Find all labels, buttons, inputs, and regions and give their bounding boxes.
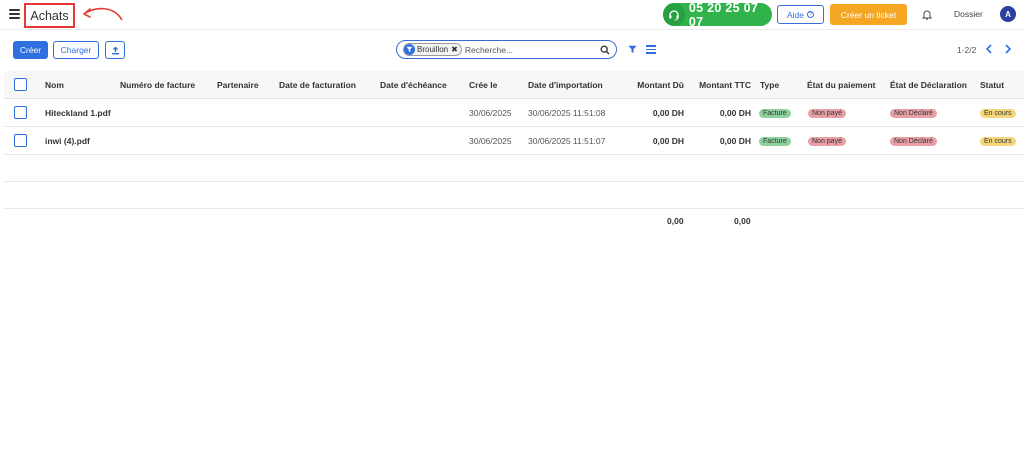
import-button[interactable]	[105, 41, 125, 59]
upload-icon	[111, 46, 119, 54]
payment-status-badge: Non payé	[808, 136, 846, 146]
title-highlight-box: Achats	[24, 3, 75, 28]
row-cree-le: 30/06/2025	[469, 136, 512, 146]
empty-row	[4, 182, 1024, 209]
row-montant-du: 0,00 DH	[652, 136, 684, 146]
filter-chip-brouillon[interactable]: Brouillon ✖	[403, 43, 462, 56]
hamburger-icon[interactable]	[9, 9, 20, 19]
top-bar: Achats 05 20 25 07 07 Aide ? Créer un ti…	[0, 0, 1024, 30]
chip-filter-icon	[404, 44, 415, 55]
chip-label: Brouillon	[417, 45, 449, 54]
filter-icon[interactable]	[628, 45, 637, 54]
empty-row	[4, 155, 1024, 182]
declaration-status-badge: Non Déclaré	[890, 108, 937, 118]
select-all-checkbox[interactable]	[14, 78, 27, 91]
search-bar[interactable]: Brouillon ✖	[396, 40, 617, 59]
status-badge: En cours	[980, 136, 1016, 146]
row-checkbox[interactable]	[14, 106, 27, 119]
col-etat-declaration[interactable]: État de Déclaration	[890, 71, 967, 99]
row-montant-ttc: 0,00 DH	[719, 108, 751, 118]
row-checkbox[interactable]	[14, 134, 27, 147]
avatar[interactable]: A	[1000, 6, 1016, 22]
dossier-menu[interactable]: Dossier	[954, 9, 983, 19]
col-statut[interactable]: Statut	[980, 71, 1004, 99]
row-nom: Hiteckland 1.pdf	[45, 108, 111, 118]
list-view-icon[interactable]	[646, 45, 656, 54]
question-icon: ?	[807, 11, 814, 18]
row-montant-du: 0,00 DH	[652, 108, 684, 118]
payment-status-badge: Non payé	[808, 108, 846, 118]
row-date-importation: 30/06/2025 11:51:08	[528, 108, 606, 118]
upload-button[interactable]: Charger	[53, 41, 99, 59]
bell-icon[interactable]	[922, 9, 932, 20]
help-label: Aide	[786, 9, 804, 20]
create-button[interactable]: Créer	[13, 41, 48, 59]
col-montant-ttc[interactable]: Montant TTC	[694, 71, 751, 99]
arrow-annotation-icon	[83, 7, 123, 21]
help-button[interactable]: Aide ?	[777, 5, 824, 24]
phone-support-pill[interactable]: 05 20 25 07 07	[663, 0, 772, 29]
phone-number: 05 20 25 07 07	[688, 0, 759, 29]
search-input[interactable]	[464, 44, 593, 55]
col-partenaire[interactable]: Partenaire	[217, 71, 259, 99]
pager-count: 1-2/2	[957, 45, 977, 55]
total-montant-ttc: 0,00	[734, 216, 751, 226]
col-date-echeance[interactable]: Date d'échéance	[380, 71, 447, 99]
total-montant-du: 0,00	[667, 216, 684, 226]
row-montant-ttc: 0,00 DH	[719, 136, 751, 146]
declaration-status-badge: Non Déclaré	[890, 136, 937, 146]
row-date-importation: 30/06/2025 11:51:07	[528, 136, 606, 146]
status-badge: En cours	[980, 108, 1016, 118]
type-badge: Facture	[759, 108, 791, 118]
col-date-facturation[interactable]: Date de facturation	[279, 71, 356, 99]
col-etat-paiement[interactable]: État du paiement	[807, 71, 875, 99]
chevron-left-icon[interactable]	[985, 44, 993, 54]
table-header: Nom Numéro de facture Partenaire Date de…	[4, 71, 1024, 99]
col-montant-du[interactable]: Montant Dû	[624, 71, 684, 99]
col-date-importation[interactable]: Date d'importation	[528, 71, 603, 99]
page-title: Achats	[30, 8, 69, 23]
row-nom: inwi (4).pdf	[45, 136, 90, 146]
col-cree-le[interactable]: Crée le	[469, 71, 497, 99]
type-badge: Facture	[759, 136, 791, 146]
col-nom[interactable]: Nom	[45, 71, 64, 99]
chevron-right-icon[interactable]	[1004, 44, 1012, 54]
create-ticket-button[interactable]: Créer un ticket	[830, 4, 907, 25]
table-row[interactable]: Hiteckland 1.pdf 30/06/2025 30/06/2025 1…	[4, 99, 1024, 127]
table-row[interactable]: inwi (4).pdf 30/06/2025 30/06/2025 11:51…	[4, 127, 1024, 155]
row-cree-le: 30/06/2025	[469, 108, 512, 118]
col-type[interactable]: Type	[760, 71, 779, 99]
chip-close-icon[interactable]: ✖	[451, 45, 458, 54]
search-icon[interactable]	[600, 45, 610, 55]
col-numero-facture[interactable]: Numéro de facture	[120, 71, 195, 99]
headset-icon	[663, 3, 685, 26]
